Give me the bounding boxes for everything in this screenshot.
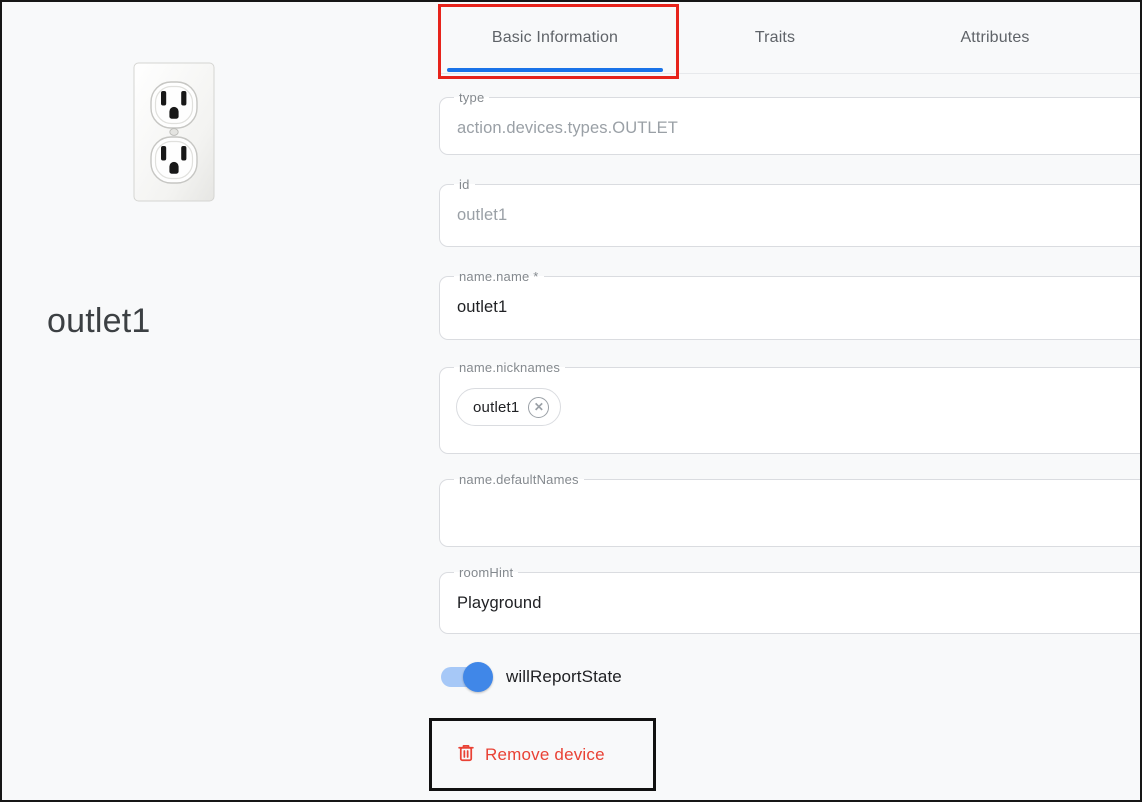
black-annotation-box: Remove device (429, 718, 656, 791)
tab-basic-information[interactable]: Basic Information (445, 2, 665, 73)
willreportstate-label: willReportState (506, 667, 622, 687)
nickname-chip[interactable]: outlet1 ✕ (456, 388, 561, 426)
field-name-name-label: name.name * (454, 269, 544, 284)
field-name-nicknames-label: name.nicknames (454, 360, 565, 375)
device-editor-screen: outlet1 Basic Information Traits Attribu… (0, 0, 1142, 802)
field-id: id outlet1 (439, 177, 1142, 247)
tab-attributes[interactable]: Attributes (885, 2, 1105, 73)
willreportstate-toggle[interactable] (441, 667, 491, 687)
remove-device-button[interactable]: Remove device (447, 736, 613, 773)
remove-nickname-icon[interactable]: ✕ (528, 397, 549, 418)
field-id-label: id (454, 177, 475, 192)
active-tab-indicator (447, 68, 663, 72)
device-outlet-image (133, 62, 215, 202)
field-roomhint-input[interactable]: Playground (456, 580, 1142, 613)
nickname-chip-text: outlet1 (473, 399, 519, 416)
field-name-defaultnames: name.defaultNames (439, 472, 1142, 547)
device-title: outlet1 (47, 302, 150, 341)
field-roomhint: roomHint Playground (439, 565, 1142, 634)
field-type-input: action.devices.types.OUTLET (456, 105, 1142, 138)
field-name-name-input[interactable]: outlet1 (456, 284, 1142, 317)
field-name-defaultnames-input[interactable] (456, 487, 1142, 500)
tab-attributes-label: Attributes (960, 29, 1029, 47)
tab-traits[interactable]: Traits (665, 2, 885, 73)
field-roomhint-label: roomHint (454, 565, 518, 580)
field-id-input: outlet1 (456, 192, 1142, 225)
field-name-defaultnames-label: name.defaultNames (454, 472, 584, 487)
trash-icon (455, 742, 477, 767)
field-name-nicknames: name.nicknames outlet1 ✕ (439, 360, 1142, 454)
tab-traits-label: Traits (755, 29, 795, 47)
field-name-name: name.name * outlet1 (439, 269, 1142, 340)
tab-basic-information-label: Basic Information (492, 29, 618, 47)
field-type-label: type (454, 90, 489, 105)
toggle-thumb (463, 662, 493, 692)
willreportstate-row: willReportState (441, 662, 622, 692)
tab-bar: Basic Information Traits Attributes (439, 2, 1140, 74)
remove-device-label: Remove device (485, 745, 605, 765)
field-type: type action.devices.types.OUTLET (439, 90, 1142, 155)
